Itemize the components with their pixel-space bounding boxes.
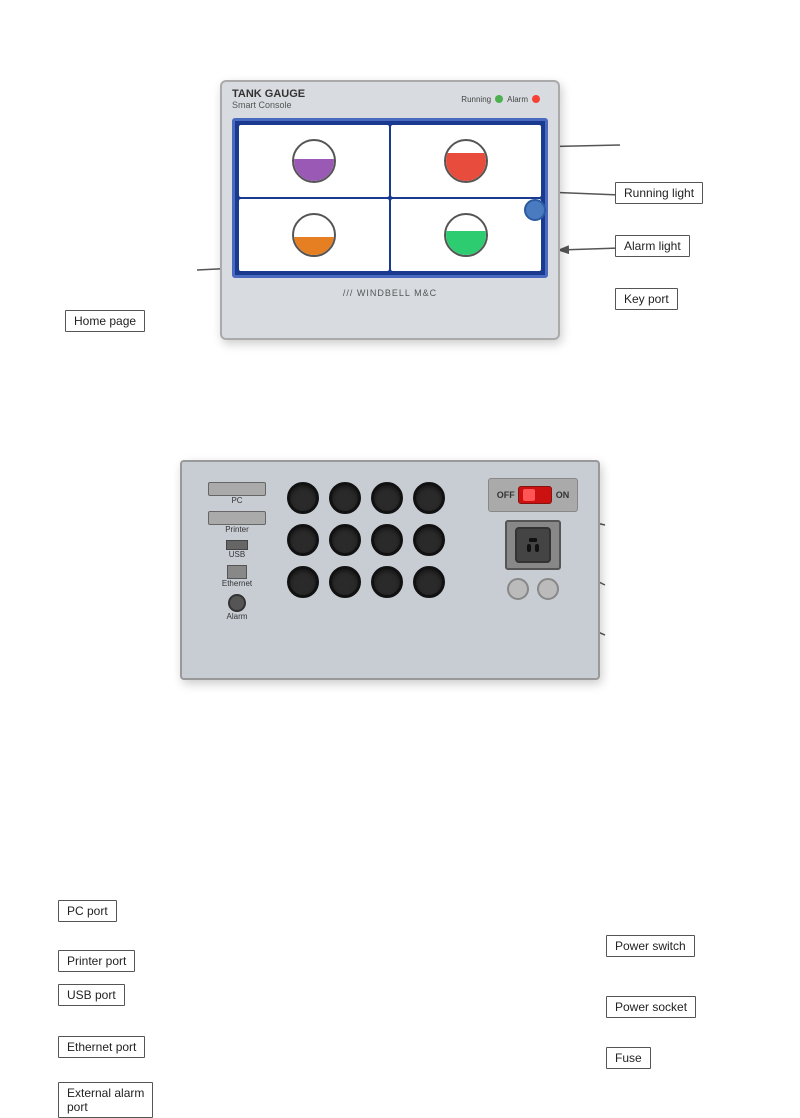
round-port-11 <box>371 566 403 598</box>
on-label: ON <box>556 490 570 500</box>
power-socket-box <box>505 520 561 570</box>
round-ports-grid <box>287 482 445 598</box>
fuse-cap-2 <box>537 578 559 600</box>
tank-fill-2 <box>446 153 486 181</box>
display-screen <box>232 118 548 278</box>
tank-cell-3 <box>239 199 389 271</box>
key-port-button[interactable] <box>524 199 546 221</box>
power-toggle-switch[interactable] <box>518 486 552 504</box>
pc-port-text: PC <box>196 496 278 505</box>
alarm-port-text: Alarm <box>196 612 278 621</box>
usb-port-connector <box>226 540 248 550</box>
brand-label: /// WINDBELL M&C <box>222 284 558 302</box>
round-port-1 <box>287 482 319 514</box>
iec-hole-right <box>535 544 539 552</box>
ethernet-port-connector <box>227 565 247 579</box>
tank-cell-2 <box>391 125 541 197</box>
toggle-knob <box>523 489 535 501</box>
external-alarm-label: External alarm port <box>58 1082 153 1118</box>
tank-circle-3 <box>292 213 336 257</box>
iec-hole-top <box>529 538 537 542</box>
right-controls: OFF ON <box>478 472 588 672</box>
alarm-port-connector <box>228 594 246 612</box>
usb-port-label: USB port <box>58 984 125 1006</box>
running-label: Running <box>461 95 491 104</box>
key-port-label: Key port <box>615 288 678 310</box>
printer-port-text: Printer <box>196 525 278 534</box>
fuse-pair <box>507 578 559 600</box>
pc-port-connector <box>208 482 266 496</box>
round-port-9 <box>287 566 319 598</box>
port-strip: PC Printer USB Ethernet Alarm <box>192 472 282 672</box>
power-socket-label: Power socket <box>606 996 696 1018</box>
top-section: TANK GAUGE Smart Console Running Alarm <box>0 60 800 400</box>
round-port-6 <box>329 524 361 556</box>
ethernet-port-text: Ethernet <box>196 579 278 588</box>
pc-port-label: PC port <box>58 900 117 922</box>
printer-port-label: Printer port <box>58 950 135 972</box>
round-port-4 <box>413 482 445 514</box>
home-page-label: Home page <box>65 310 145 332</box>
tank-fill-1 <box>294 159 334 181</box>
fuse-cap-1 <box>507 578 529 600</box>
alarm-light-dot <box>532 95 540 103</box>
usb-port-text: USB <box>196 550 278 559</box>
device-back-panel: PC Printer USB Ethernet Alarm <box>180 460 600 680</box>
round-port-12 <box>413 566 445 598</box>
bottom-section: PC Printer USB Ethernet Alarm <box>0 430 800 770</box>
tank-fill-4 <box>446 231 486 255</box>
printer-port-connector <box>208 511 266 525</box>
running-light-dot <box>495 95 503 103</box>
alarm-label: Alarm <box>507 95 528 104</box>
round-port-3 <box>371 482 403 514</box>
alarm-light-label: Alarm light <box>615 235 690 257</box>
round-port-7 <box>371 524 403 556</box>
device-subtitle: Smart Console <box>232 100 305 110</box>
power-switch-label: Power switch <box>606 935 695 957</box>
tank-circle-2 <box>444 139 488 183</box>
round-port-8 <box>413 524 445 556</box>
running-light-label: Running light <box>615 182 703 204</box>
fuse-label: Fuse <box>606 1047 651 1069</box>
device-front-panel: TANK GAUGE Smart Console Running Alarm <box>220 80 560 340</box>
tank-cell-1 <box>239 125 389 197</box>
device-title: TANK GAUGE <box>232 88 305 100</box>
tank-cell-4 <box>391 199 541 271</box>
round-port-5 <box>287 524 319 556</box>
tank-fill-3 <box>294 237 334 255</box>
off-label: OFF <box>497 490 515 500</box>
round-port-10 <box>329 566 361 598</box>
ethernet-port-label: Ethernet port <box>58 1036 145 1058</box>
iec-socket <box>515 527 551 563</box>
tank-circle-4 <box>444 213 488 257</box>
tank-circle-1 <box>292 139 336 183</box>
iec-hole-left <box>527 544 531 552</box>
power-switch-panel: OFF ON <box>488 478 578 512</box>
round-port-2 <box>329 482 361 514</box>
